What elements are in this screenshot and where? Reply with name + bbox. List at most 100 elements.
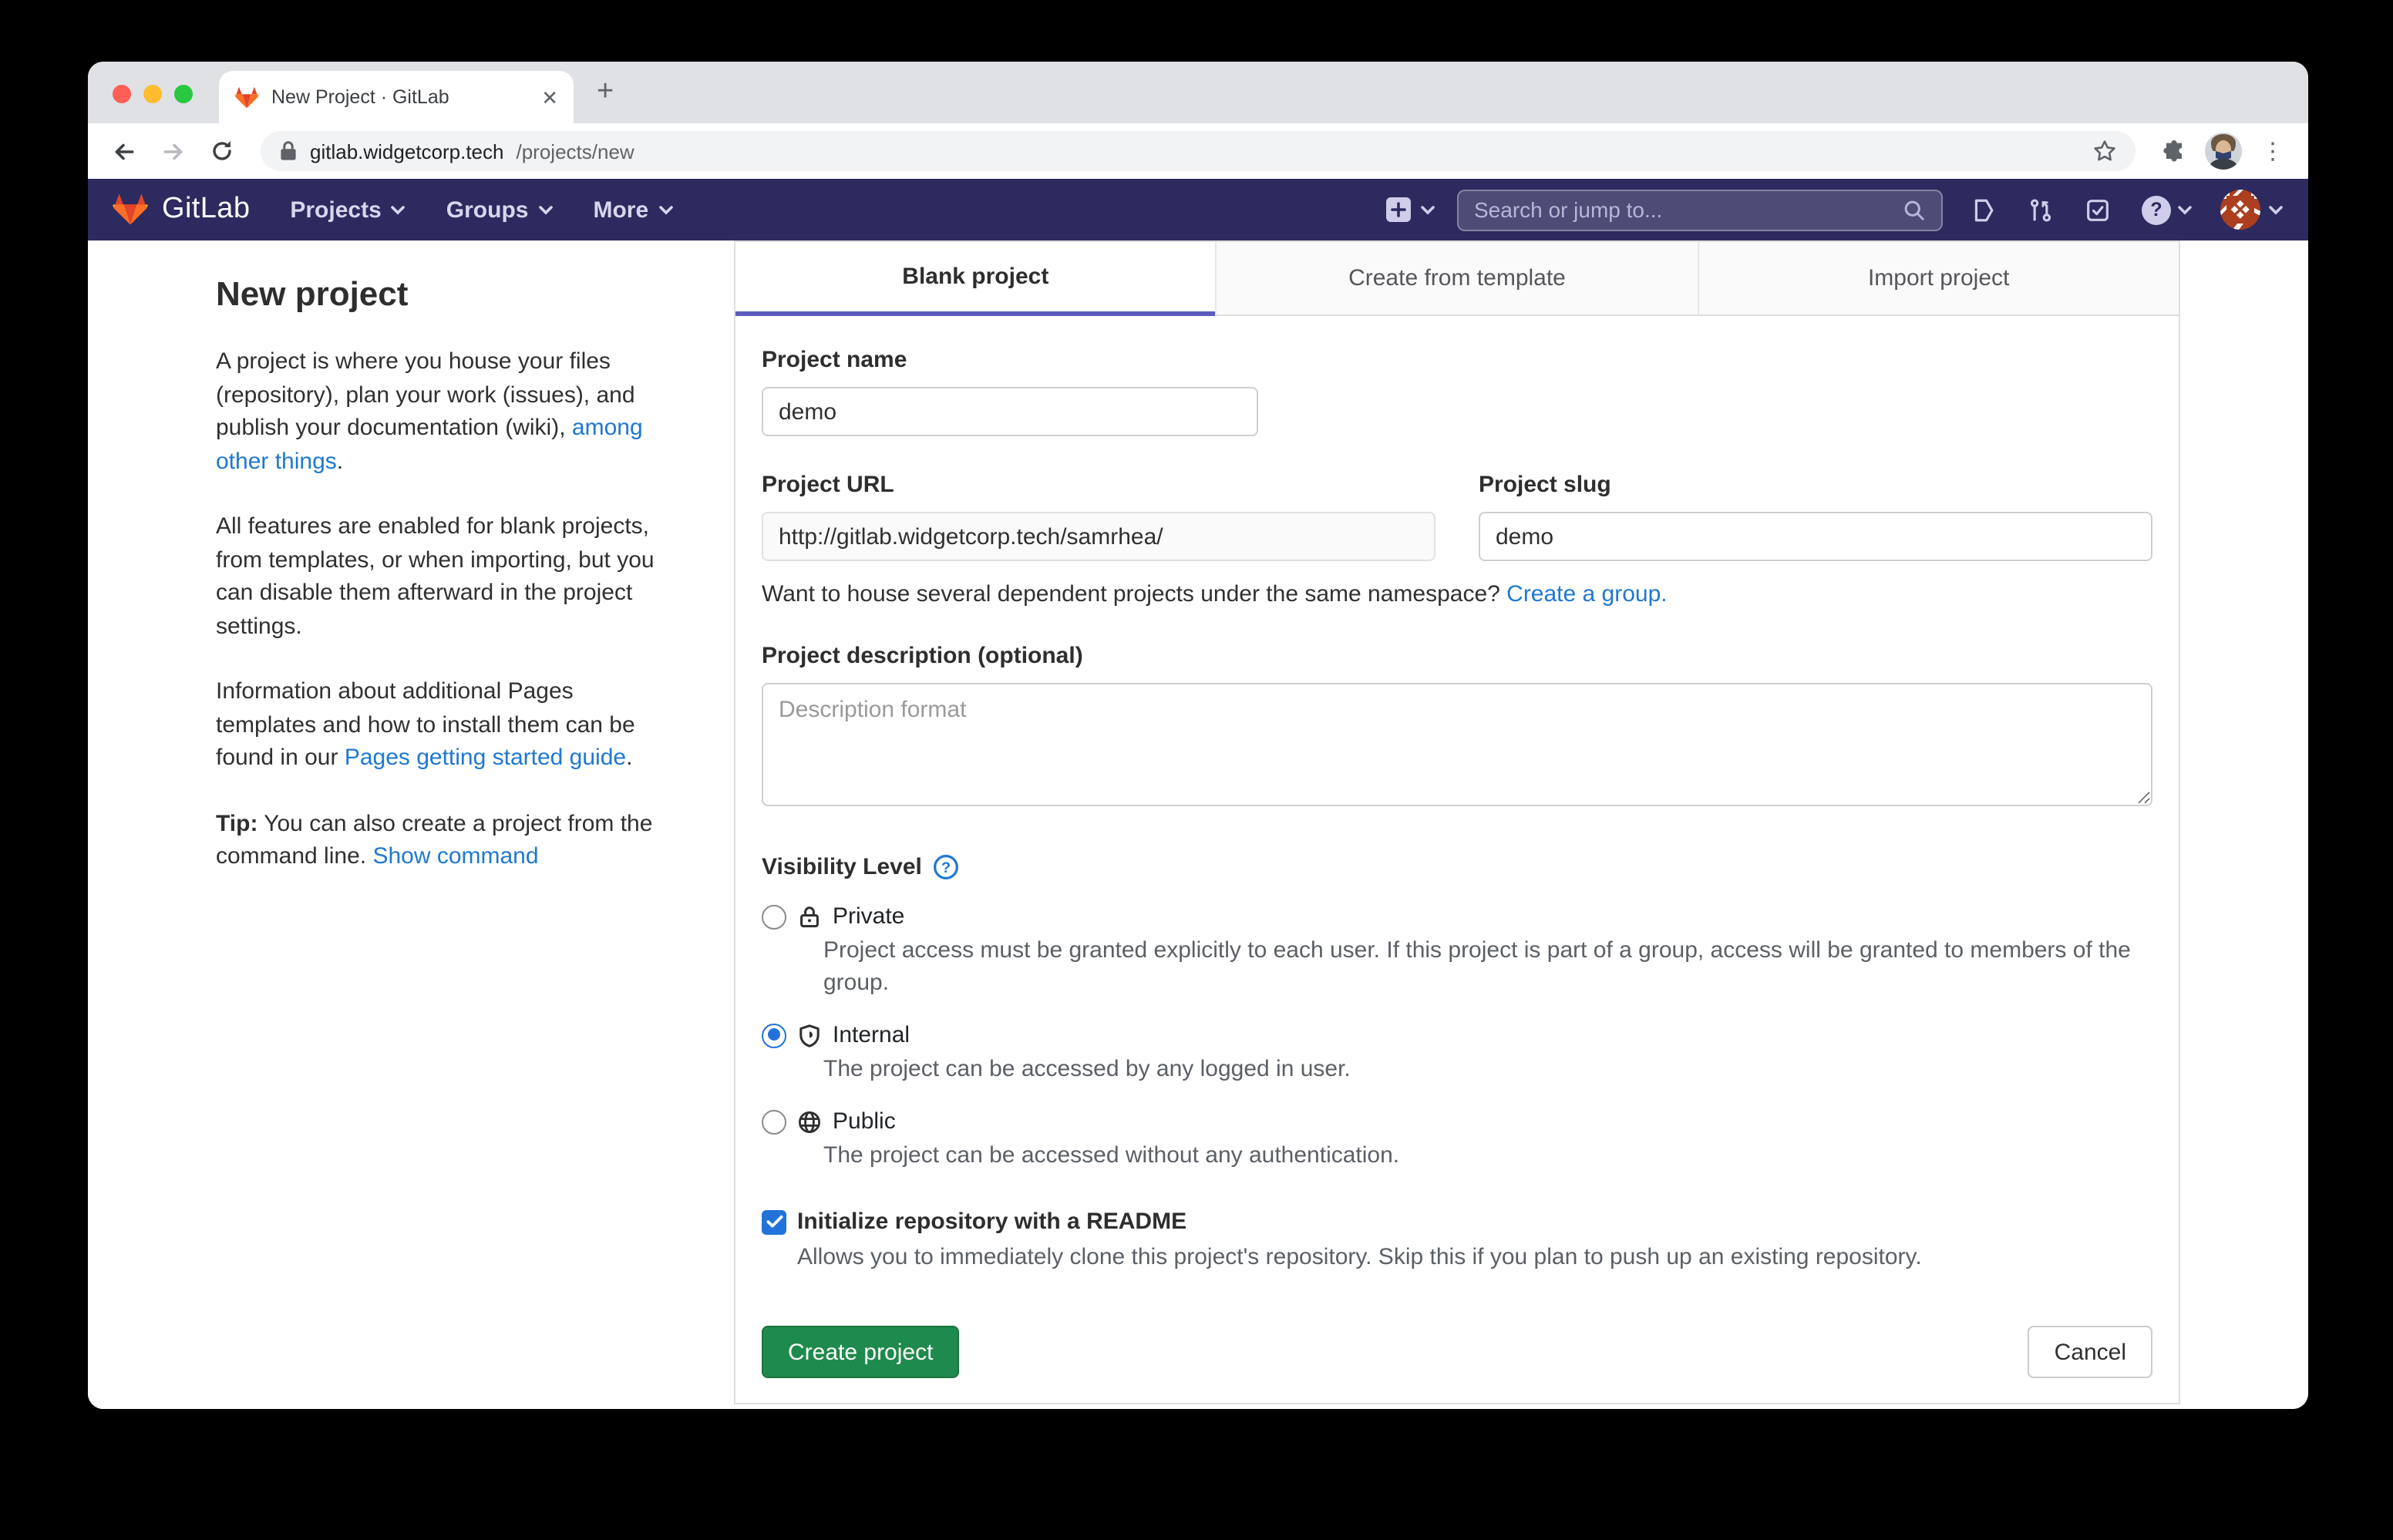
- private-description: Project access must be granted explicitl…: [823, 934, 2152, 999]
- minimize-window-button[interactable]: [143, 85, 162, 103]
- create-project-button[interactable]: Create project: [762, 1326, 959, 1378]
- user-avatar: [2220, 190, 2260, 230]
- todos-icon[interactable]: [2085, 197, 2111, 223]
- lock-icon: [279, 140, 298, 162]
- project-type-tabs: Blank project Create from template Impor…: [735, 242, 2179, 316]
- form-actions: Create project Cancel: [762, 1326, 2152, 1378]
- new-dropdown-button[interactable]: [1385, 196, 1435, 224]
- public-description: The project can be accessed without any …: [823, 1139, 2152, 1172]
- forward-icon[interactable]: [153, 131, 193, 171]
- bookmark-star-icon[interactable]: [2092, 139, 2117, 163]
- gitlab-wordmark: GitLab: [162, 193, 250, 227]
- sidebar-paragraph-2: All features are enabled for blank proje…: [216, 510, 672, 643]
- new-project-panel: Blank project Create from template Impor…: [734, 240, 2180, 1404]
- gitlab-tanuki-icon: [113, 193, 148, 227]
- project-description-label: Project description (optional): [762, 643, 2152, 669]
- namespace-hint: Want to house several dependent projects…: [762, 581, 2152, 607]
- nav-menu-more[interactable]: More: [593, 197, 673, 223]
- plus-square-icon: [1385, 196, 1412, 224]
- gitlab-logo[interactable]: GitLab: [113, 193, 250, 227]
- merge-requests-icon[interactable]: [2028, 197, 2054, 223]
- internal-radio[interactable]: [762, 1023, 786, 1047]
- page-title: New project: [216, 274, 672, 314]
- help-menu[interactable]: ?: [2142, 195, 2193, 224]
- private-label[interactable]: Private: [833, 903, 904, 930]
- lock-icon: [797, 904, 822, 929]
- visibility-option-private: Private Project access must be granted e…: [762, 903, 2152, 999]
- user-menu[interactable]: [2220, 190, 2284, 230]
- browser-tab-strip: New Project · GitLab ✕ +: [88, 62, 2308, 123]
- readme-checkbox[interactable]: [762, 1209, 786, 1234]
- chevron-down-icon: [391, 204, 406, 215]
- project-url-input[interactable]: [762, 512, 1435, 561]
- search-placeholder: Search or jump to...: [1474, 197, 1903, 222]
- gitlab-favicon-icon: [234, 86, 259, 109]
- blank-project-form: Project name Project URL Project slug Wa…: [735, 316, 2179, 1403]
- visibility-level-label: Visibility Level ?: [762, 854, 2152, 880]
- new-tab-button[interactable]: +: [597, 76, 614, 109]
- visibility-option-public: Public The project can be accessed witho…: [762, 1108, 2152, 1172]
- reload-icon[interactable]: [202, 131, 242, 171]
- address-bar[interactable]: gitlab.widgetcorp.tech/projects/new: [261, 131, 2136, 171]
- chevron-down-icon: [2177, 204, 2193, 215]
- page-content: New project A project is where you house…: [88, 240, 2308, 1409]
- project-description-textarea[interactable]: [762, 683, 2152, 806]
- readme-section: Initialize repository with a README Allo…: [762, 1209, 2152, 1270]
- gitlab-navbar: GitLab Projects Groups More: [88, 179, 2308, 240]
- browser-tab[interactable]: New Project · GitLab ✕: [219, 71, 574, 123]
- visibility-help-icon[interactable]: ?: [933, 854, 959, 880]
- svg-text:?: ?: [941, 859, 951, 876]
- readme-description: Allows you to immediately clone this pro…: [797, 1244, 2152, 1270]
- browser-window: New Project · GitLab ✕ +: [88, 62, 2308, 1409]
- readme-label[interactable]: Initialize repository with a README: [797, 1209, 1186, 1235]
- sidebar-paragraph-3: Information about additional Pages templ…: [216, 675, 672, 775]
- project-name-label: Project name: [762, 347, 2152, 373]
- nav-menu-projects[interactable]: Projects: [290, 197, 406, 223]
- search-icon: [1903, 198, 1926, 221]
- pages-guide-link[interactable]: Pages getting started guide: [345, 745, 626, 771]
- sidebar-paragraph-1: A project is where you house your files …: [216, 345, 672, 478]
- window-controls: [113, 85, 193, 103]
- project-name-input[interactable]: [762, 387, 1258, 436]
- browser-profile-avatar[interactable]: [2203, 131, 2243, 171]
- sidebar-tip: Tip: You can also create a project from …: [216, 807, 672, 873]
- issues-icon[interactable]: [1971, 197, 1997, 223]
- public-radio[interactable]: [762, 1109, 786, 1134]
- chevron-down-icon: [658, 204, 673, 215]
- help-icon: ?: [2142, 195, 2171, 224]
- browser-menu-kebab-icon[interactable]: ⋮: [2253, 131, 2293, 171]
- project-slug-input[interactable]: [1479, 512, 2152, 561]
- search-input[interactable]: Search or jump to...: [1457, 189, 1943, 230]
- project-slug-label: Project slug: [1479, 472, 2152, 498]
- visibility-option-internal: Internal The project can be accessed by …: [762, 1022, 2152, 1085]
- url-path: /projects/new: [517, 140, 634, 163]
- project-url-label: Project URL: [762, 472, 1435, 498]
- tab-import-project[interactable]: Import project: [1697, 242, 2179, 316]
- chevron-down-icon: [2268, 204, 2284, 215]
- public-label[interactable]: Public: [833, 1108, 896, 1135]
- private-radio[interactable]: [762, 904, 786, 929]
- check-icon: [766, 1215, 783, 1229]
- close-window-button[interactable]: [113, 85, 131, 103]
- chevron-down-icon: [1420, 204, 1435, 215]
- internal-label[interactable]: Internal: [833, 1022, 910, 1048]
- show-command-link[interactable]: Show command: [372, 843, 538, 869]
- nav-menu-groups[interactable]: Groups: [446, 197, 554, 223]
- create-a-group-link[interactable]: Create a group.: [1506, 581, 1667, 607]
- back-icon[interactable]: [103, 131, 143, 171]
- tab-close-icon[interactable]: ✕: [541, 87, 558, 107]
- cancel-button[interactable]: Cancel: [2028, 1326, 2152, 1378]
- new-project-sidebar: New project A project is where you house…: [216, 240, 672, 906]
- tab-create-from-template[interactable]: Create from template: [1216, 242, 1698, 316]
- extensions-puzzle-icon[interactable]: [2154, 131, 2194, 171]
- globe-icon: [797, 1109, 822, 1134]
- browser-toolbar: gitlab.widgetcorp.tech/projects/new: [88, 123, 2308, 179]
- internal-description: The project can be accessed by any logge…: [823, 1053, 2152, 1085]
- tab-title: New Project · GitLab: [271, 86, 529, 108]
- zoom-window-button[interactable]: [174, 85, 193, 103]
- tab-blank-project[interactable]: Blank project: [735, 242, 1216, 316]
- chevron-down-icon: [537, 204, 553, 215]
- shield-icon: [797, 1023, 822, 1047]
- url-host: gitlab.widgetcorp.tech: [310, 140, 504, 163]
- screen: New Project · GitLab ✕ +: [0, 0, 2393, 1540]
